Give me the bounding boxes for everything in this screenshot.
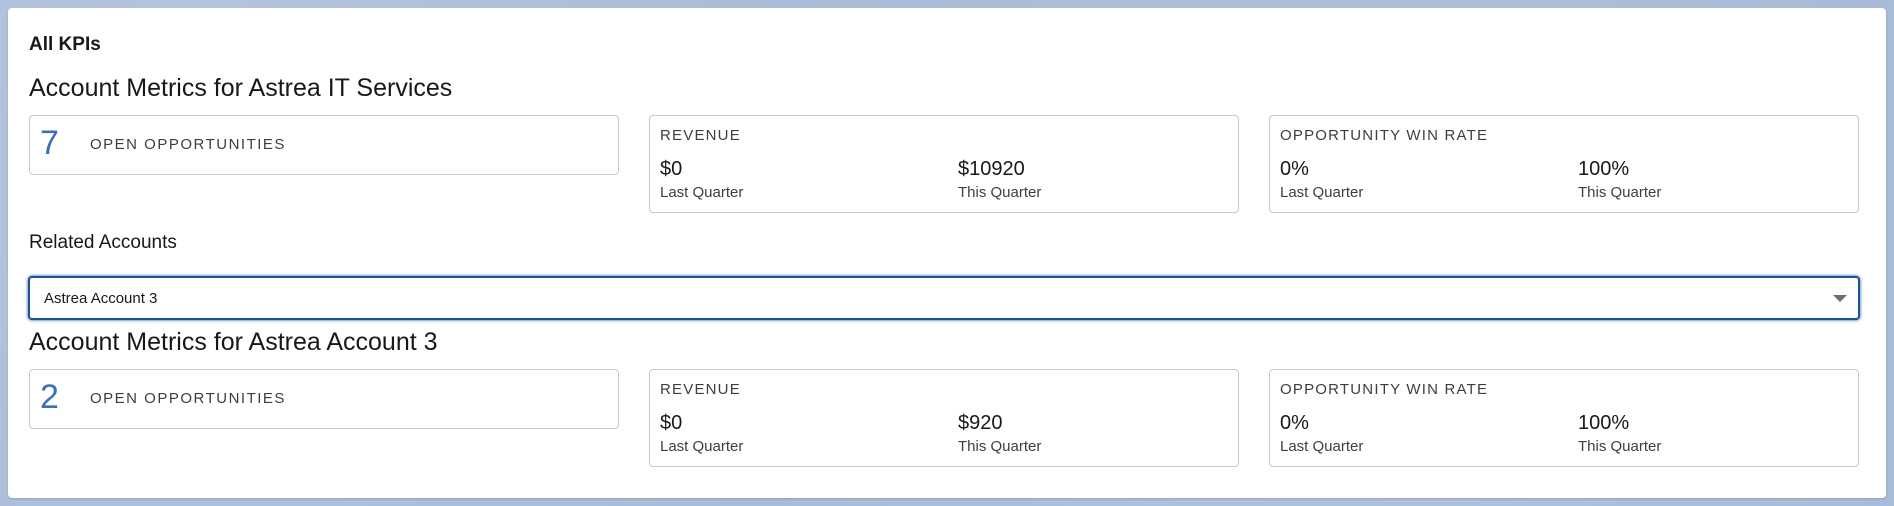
win-rate-this-value: 100% xyxy=(1578,158,1630,180)
win-rate-this-label: This Quarter xyxy=(1578,438,1662,455)
primary-open-opportunities: 7 OPEN OPPORTUNITIES xyxy=(29,115,619,175)
revenue-this-label: This Quarter xyxy=(958,184,1042,201)
win-rate-this-label: This Quarter xyxy=(1578,184,1662,201)
revenue-this-value: $920 xyxy=(958,412,1003,434)
kpi-card: All KPIs Account Metrics for Astrea IT S… xyxy=(8,8,1886,498)
related-accounts-selected-value: Astrea Account 3 xyxy=(44,290,158,307)
revenue-title: REVENUE xyxy=(660,381,741,398)
revenue-this-label: This Quarter xyxy=(958,438,1042,455)
chevron-down-icon[interactable] xyxy=(1832,290,1848,306)
win-rate-title: OPPORTUNITY WIN RATE xyxy=(1280,381,1489,398)
related-accounts-label: Related Accounts xyxy=(29,232,177,253)
win-rate-last-label: Last Quarter xyxy=(1280,438,1364,455)
win-rate-last-value: 0% xyxy=(1280,412,1309,434)
revenue-last-value: $0 xyxy=(660,158,683,180)
card-title: All KPIs xyxy=(29,34,101,55)
revenue-last-label: Last Quarter xyxy=(660,438,744,455)
open-opportunities-count: 7 xyxy=(40,124,59,162)
win-rate-last-label: Last Quarter xyxy=(1280,184,1364,201)
related-accounts-select[interactable]: Astrea Account 3 xyxy=(28,276,1860,320)
revenue-last-value: $0 xyxy=(660,412,683,434)
open-opportunities-count: 2 xyxy=(40,378,59,416)
primary-win-rate: OPPORTUNITY WIN RATE 0% Last Quarter 100… xyxy=(1269,115,1859,213)
secondary-win-rate: OPPORTUNITY WIN RATE 0% Last Quarter 100… xyxy=(1269,369,1859,467)
open-opportunities-label: OPEN OPPORTUNITIES xyxy=(90,136,286,153)
win-rate-last-value: 0% xyxy=(1280,158,1309,180)
primary-revenue: REVENUE $0 Last Quarter $10920 This Quar… xyxy=(649,115,1239,213)
open-opportunities-label: OPEN OPPORTUNITIES xyxy=(90,390,286,407)
revenue-this-value: $10920 xyxy=(958,158,1025,180)
secondary-revenue: REVENUE $0 Last Quarter $920 This Quarte… xyxy=(649,369,1239,467)
win-rate-this-value: 100% xyxy=(1578,412,1630,434)
revenue-last-label: Last Quarter xyxy=(660,184,744,201)
secondary-open-opportunities: 2 OPEN OPPORTUNITIES xyxy=(29,369,619,429)
revenue-title: REVENUE xyxy=(660,127,741,144)
primary-heading: Account Metrics for Astrea IT Services xyxy=(29,74,453,102)
win-rate-title: OPPORTUNITY WIN RATE xyxy=(1280,127,1489,144)
secondary-heading: Account Metrics for Astrea Account 3 xyxy=(29,328,438,356)
